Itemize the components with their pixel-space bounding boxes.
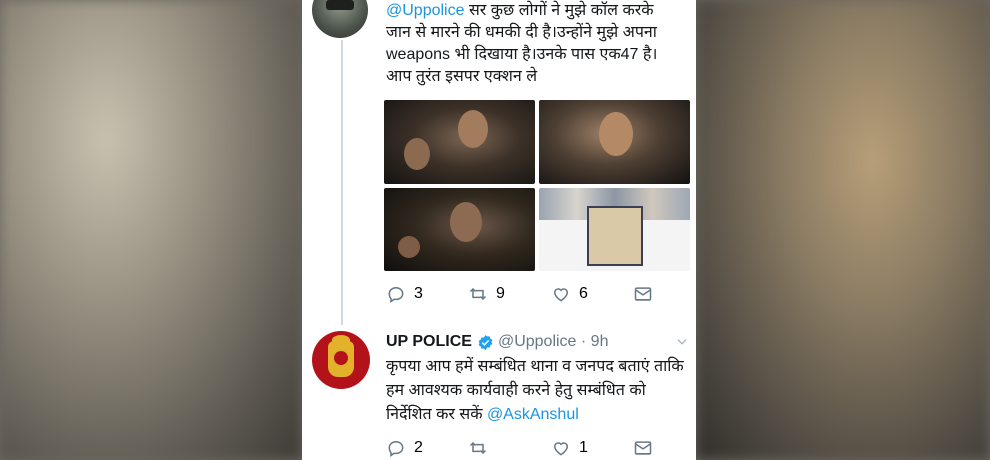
user-handle[interactable]: @Uppolice — [498, 333, 577, 351]
reply-icon — [388, 440, 404, 457]
media-grid — [384, 100, 690, 271]
mention-link[interactable]: @AskAnshul — [487, 406, 579, 423]
blurred-background-right — [696, 0, 990, 460]
media-photo[interactable] — [539, 188, 690, 271]
reply-tweet-text: कृपया आप हमें सम्बंधित थाना व जनपद बताएं… — [386, 355, 690, 427]
media-photo[interactable] — [384, 188, 535, 271]
tweet-thread-panel: @Uppolice सर कुछ लोगों ने मुझे कॉल करके … — [302, 0, 696, 460]
separator: · — [576, 333, 591, 350]
envelope-icon — [634, 441, 652, 455]
media-photo[interactable] — [384, 100, 535, 184]
reply-button[interactable]: 2 — [386, 438, 423, 458]
timestamp[interactable]: 9h — [591, 333, 609, 351]
heart-icon — [553, 288, 569, 302]
retweet-button[interactable] — [468, 438, 496, 458]
chevron-down-icon[interactable] — [675, 335, 689, 349]
tweet-text: @Uppolice सर कुछ लोगों ने मुझे कॉल करके … — [386, 0, 686, 88]
envelope-icon — [634, 287, 652, 301]
reply-count: 3 — [414, 285, 423, 302]
avatar[interactable] — [312, 0, 368, 38]
direct-message-button[interactable] — [633, 284, 653, 304]
heart-icon — [553, 442, 569, 456]
police-emblem-icon — [328, 335, 354, 377]
like-count: 1 — [579, 439, 588, 456]
blurred-background-left — [0, 0, 302, 460]
tweet-header: UP POLICE @Uppolice · 9h — [386, 331, 608, 353]
reply-icon — [388, 286, 404, 303]
retweet-icon — [469, 441, 487, 455]
like-button[interactable]: 6 — [551, 284, 588, 304]
tweet-text-body: जान से मारने की धमकी दी है।उन्होंने मुझे… — [386, 24, 658, 85]
retweet-icon — [469, 287, 487, 301]
display-name[interactable]: UP POLICE — [386, 333, 472, 351]
up-police-avatar[interactable] — [312, 331, 370, 389]
retweet-count: 9 — [496, 285, 505, 302]
like-button[interactable]: 1 — [551, 438, 588, 458]
reply-count: 2 — [414, 439, 423, 456]
verified-badge-icon — [478, 334, 493, 350]
mention-link[interactable]: @Uppolice — [386, 2, 465, 19]
direct-message-button[interactable] — [633, 438, 653, 458]
media-photo[interactable] — [539, 100, 690, 184]
thread-connector-line — [341, 40, 343, 325]
reply-button[interactable]: 3 — [386, 284, 423, 304]
retweet-button[interactable]: 9 — [468, 284, 505, 304]
tweet-text-line: सर कुछ लोगों ने मुझे कॉल करके — [464, 2, 654, 19]
like-count: 6 — [579, 285, 588, 302]
